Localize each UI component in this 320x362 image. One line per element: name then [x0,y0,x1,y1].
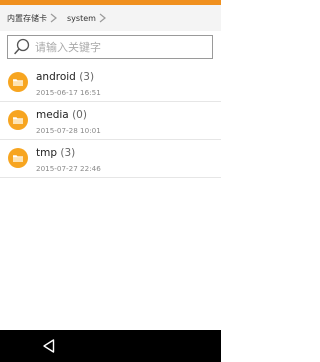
system-nav-bar [0,330,221,362]
list-item-folder[interactable]: android (3) 2015-06-17 16:51 [0,64,221,102]
folder-item-count: (3) [79,71,95,83]
folder-name: android [36,71,76,83]
folder-name-line: tmp (3) [36,147,75,159]
folder-modified-date: 2015-06-17 16:51 [36,88,101,97]
folder-item-count: (0) [72,109,87,121]
chevron-right-icon [50,13,57,23]
breadcrumb-item-internal-storage[interactable]: 内置存储卡 [0,13,47,24]
folder-modified-date: 2015-07-27 22:46 [36,164,101,173]
search-input[interactable] [35,40,205,54]
breadcrumb-item-system[interactable]: system [61,14,96,23]
folder-icon [8,148,28,168]
list-item-folder[interactable]: tmp (3) 2015-07-27 22:46 [0,140,221,178]
file-list: android (3) 2015-06-17 16:51 media (0) 2… [0,64,221,178]
list-item-folder[interactable]: media (0) 2015-07-28 10:01 [0,102,221,140]
search-icon [14,38,30,55]
folder-name: media [36,109,69,121]
folder-modified-date: 2015-07-28 10:01 [36,126,101,135]
folder-name-line: media (0) [36,109,87,121]
chevron-right-icon [99,13,106,23]
folder-item-count: (3) [60,147,76,159]
breadcrumb: 内置存储卡 system [0,5,221,31]
folder-name-line: android (3) [36,71,94,83]
folder-icon [8,72,28,92]
search-box[interactable] [7,35,213,59]
back-icon[interactable] [41,338,57,354]
folder-name: tmp [36,147,58,159]
folder-icon [8,110,28,130]
